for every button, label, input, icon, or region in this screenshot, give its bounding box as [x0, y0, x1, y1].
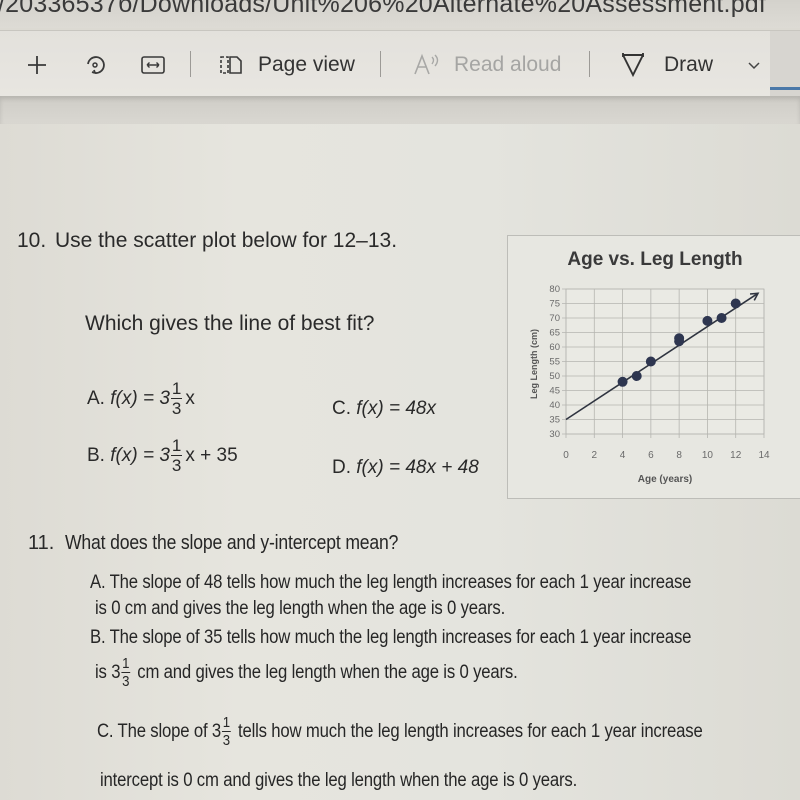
- q11-choice-a-line1: A. The slope of 48 tells how much the le…: [90, 572, 692, 593]
- x-tick-label: 8: [676, 450, 682, 461]
- q11-prompt-text: What does the slope and y-intercept mean…: [65, 532, 399, 554]
- x-axis-label: Age (years): [638, 474, 692, 485]
- data-point: [730, 298, 741, 309]
- y-tick-label: 55: [549, 357, 560, 368]
- text: cm and gives the leg length when the age…: [137, 661, 518, 683]
- q11-choice-b-line1: B. The slope of 35 tells how much the le…: [90, 627, 692, 648]
- data-point: [674, 333, 685, 344]
- y-axis-label: Leg Length (cm): [529, 329, 539, 399]
- x-tick-label: 10: [702, 450, 714, 461]
- y-tick-label: 40: [549, 400, 560, 411]
- y-tick-label: 30: [549, 429, 560, 440]
- data-point: [716, 313, 727, 323]
- text: C. The slope of 3: [97, 720, 222, 742]
- data-point: [631, 371, 642, 381]
- y-axis-ticks: 30 35 40 45 50 55 60 65 70 75 80: [549, 284, 560, 440]
- x-tick-label: 14: [758, 450, 770, 461]
- q11-choice-a-line2: is 0 cm and gives the leg length when th…: [95, 598, 506, 619]
- x-tick-label: 12: [730, 450, 742, 461]
- chart-grid: [562, 288, 765, 438]
- x-tick-label: 0: [563, 450, 569, 461]
- fraction-numerator: 1: [221, 714, 231, 732]
- text: is 3: [95, 661, 121, 683]
- y-tick-label: 80: [549, 284, 560, 295]
- x-tick-label: 2: [592, 450, 598, 461]
- y-tick-label: 35: [549, 415, 560, 426]
- text: tells how much the leg length increases …: [237, 720, 703, 742]
- y-tick-label: 50: [549, 371, 560, 382]
- fraction-denominator: 3: [222, 732, 230, 749]
- data-point: [617, 376, 628, 387]
- y-tick-label: 65: [549, 328, 560, 339]
- y-tick-label: 45: [549, 386, 560, 397]
- x-axis-ticks: 0 2 4 6 8 10 12 14: [563, 450, 770, 461]
- q11-choice-c-line1: C. The slope of 3 1 3 tells how much the…: [97, 715, 703, 748]
- data-point: [645, 356, 656, 367]
- q11-choice-b-line2: is 3 1 3 cm and gives the leg length whe…: [95, 656, 518, 689]
- fraction: 1 3: [121, 655, 131, 690]
- question-11-number: 11.: [28, 532, 55, 554]
- fraction-numerator: 1: [121, 655, 131, 673]
- fraction-denominator: 3: [122, 673, 130, 690]
- question-11-prompt: What does the slope and y-intercept mean…: [65, 532, 398, 555]
- q11-choice-c-line2: intercept is 0 cm and gives the leg leng…: [100, 770, 578, 791]
- y-tick-label: 70: [549, 313, 560, 324]
- data-point: [702, 315, 713, 326]
- y-tick-label: 75: [549, 299, 560, 310]
- y-tick-label: 60: [549, 342, 560, 353]
- x-tick-label: 4: [620, 450, 626, 461]
- x-tick-label: 6: [648, 450, 654, 461]
- fraction: 1 3: [221, 714, 231, 749]
